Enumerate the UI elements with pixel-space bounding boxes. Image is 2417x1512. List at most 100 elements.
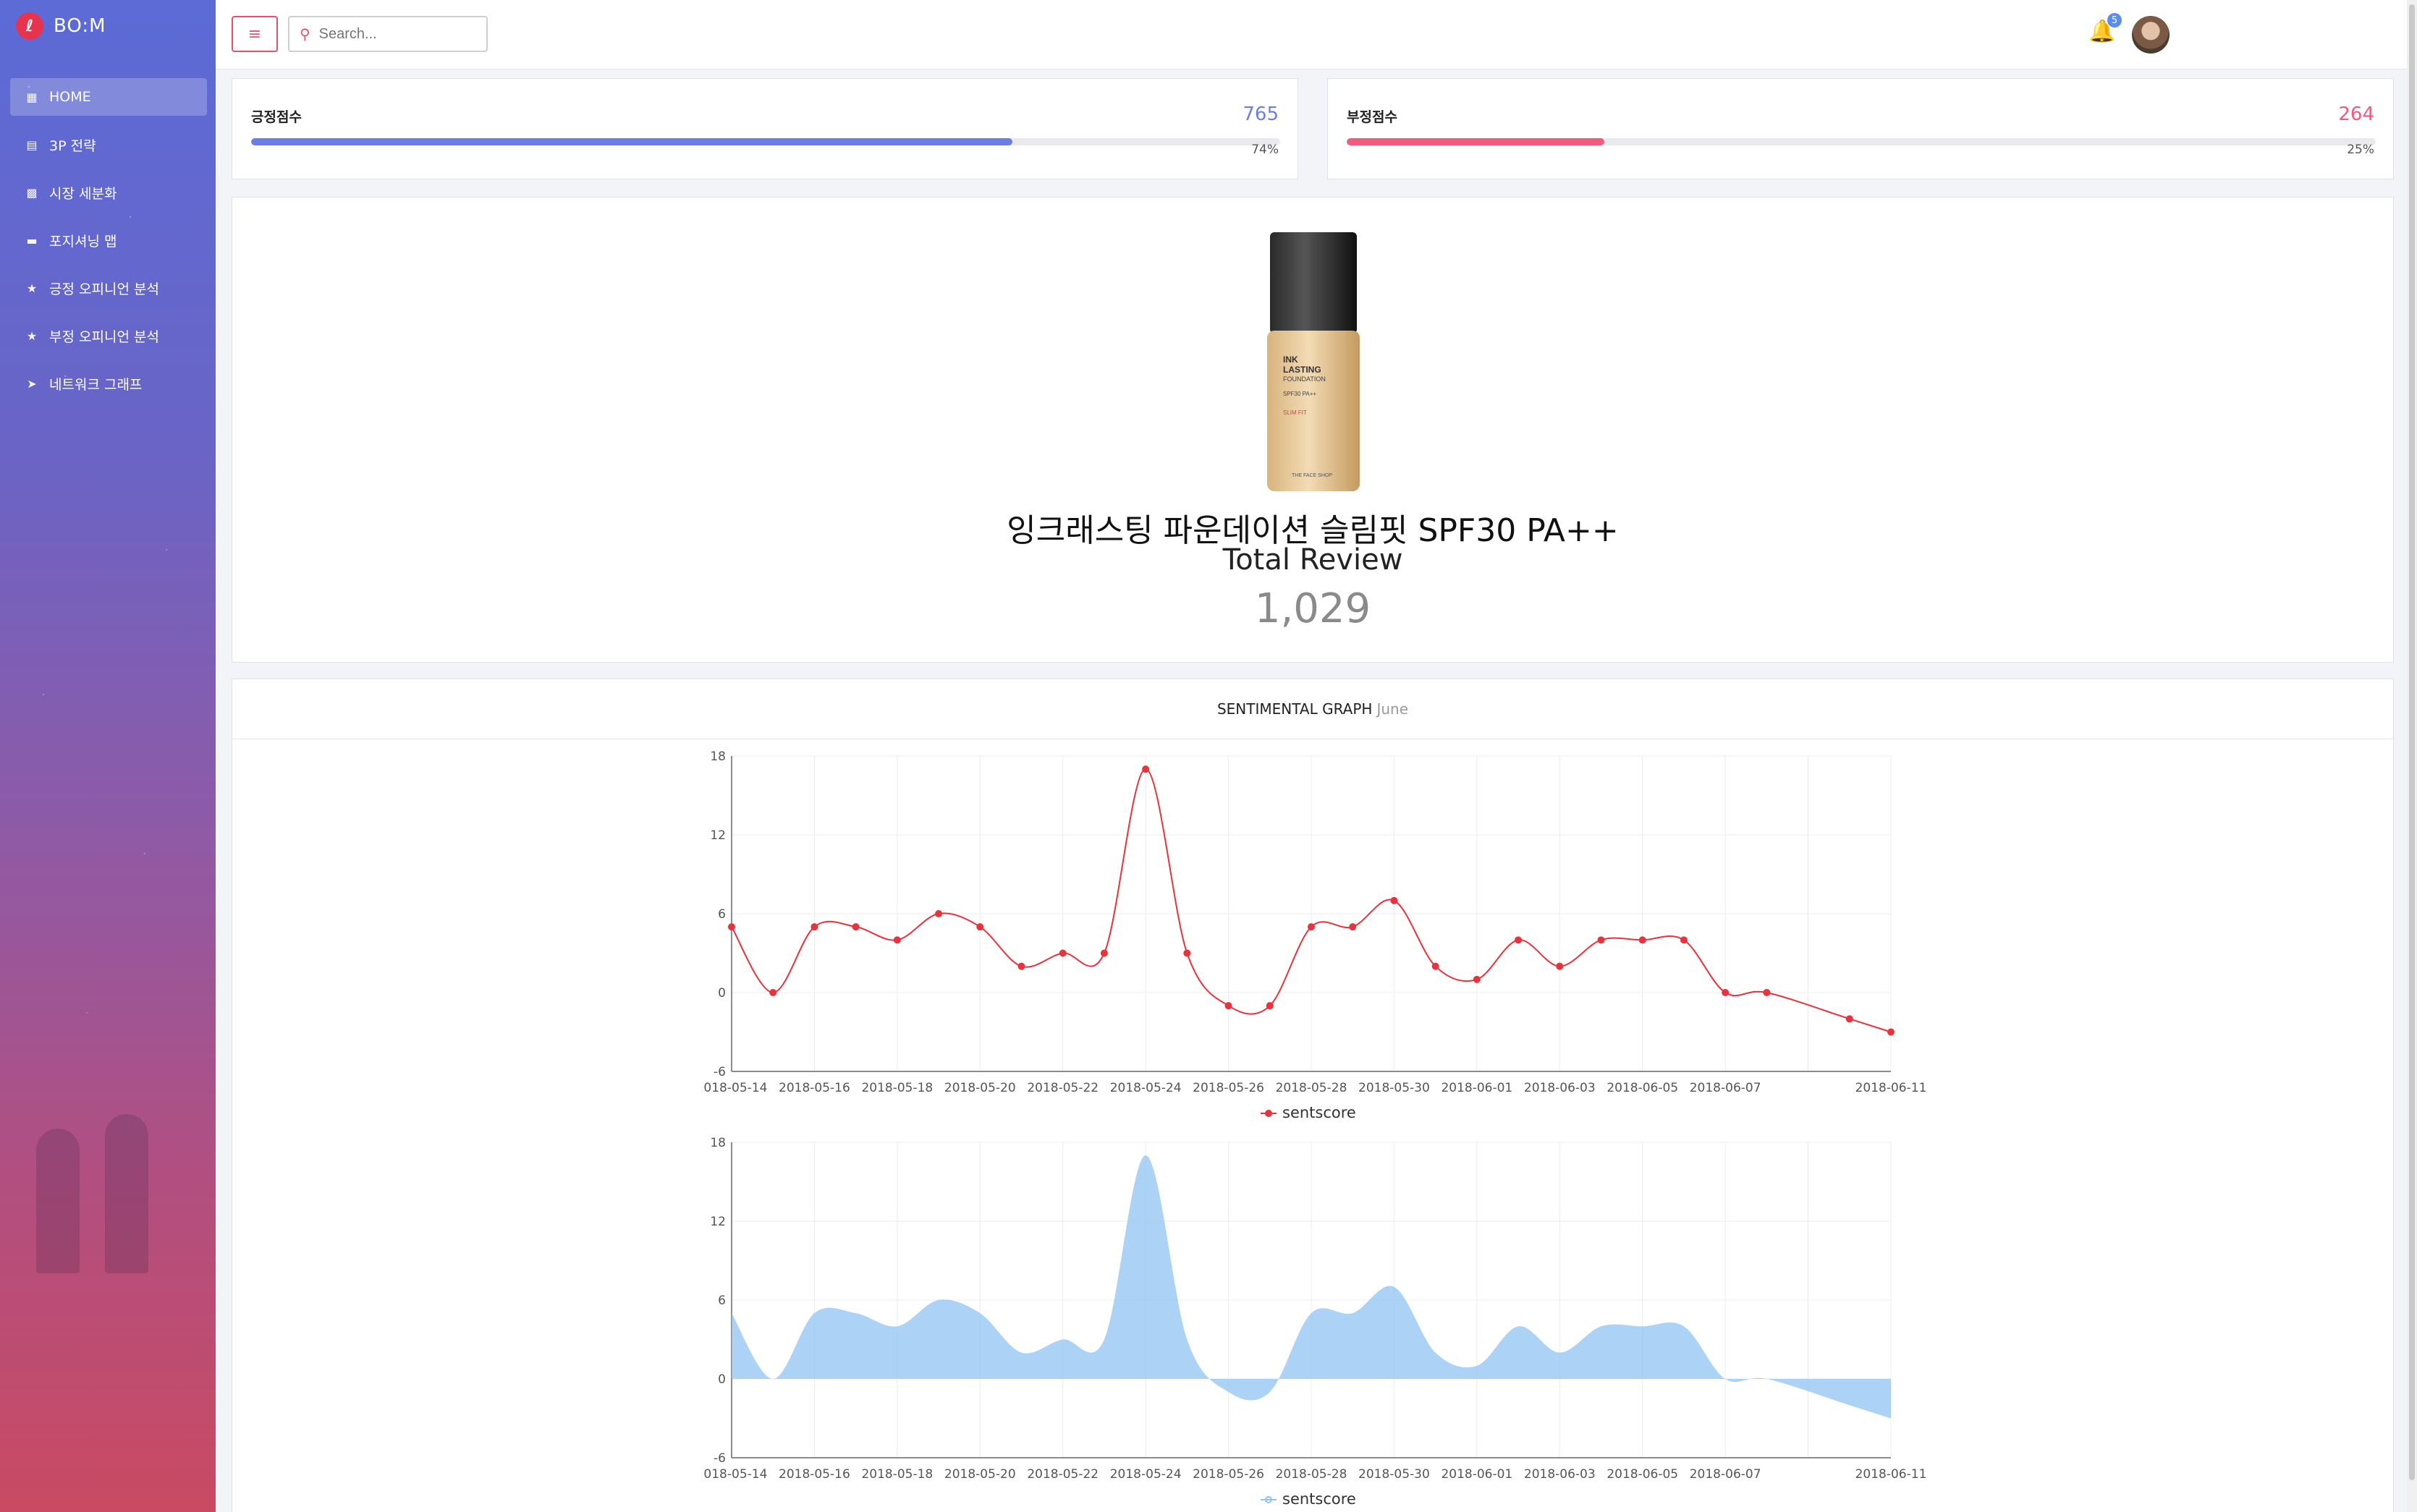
brand[interactable]: ℓ BO:M (16, 12, 106, 41)
sidebar-item-positioning-map[interactable]: ▬ 포지셔닝 맵 (10, 221, 207, 259)
data-point (1100, 949, 1108, 957)
data-point (728, 923, 735, 931)
search-icon: ⚲ (300, 25, 310, 43)
data-point (1349, 923, 1357, 931)
sidebar-item-label: 포지셔닝 맵 (49, 233, 117, 250)
sidebar-item-label: 긍정 오피니언 분석 (49, 281, 159, 297)
top-bar: ≡ ⚲ (216, 0, 2417, 69)
sidebar-item-segmentation[interactable]: ▩ 시장 세분화 (10, 174, 207, 211)
x-tick-label: 2018-05-22 (1027, 1467, 1099, 1482)
data-point (1224, 1002, 1232, 1010)
send-icon: ➤ (27, 376, 37, 391)
table-icon: ▤ (26, 137, 38, 152)
x-tick-label: 2018-05-26 (1193, 1081, 1264, 1095)
data-point (935, 910, 943, 917)
data-point (769, 989, 777, 996)
sidebar-item-positive-opinion[interactable]: ★ 긍정 오피니언 분석 (10, 269, 207, 307)
data-point (1680, 936, 1688, 944)
chart-icon: ▩ (26, 185, 38, 200)
x-tick-label: 2018-06-11 (1855, 1467, 1927, 1482)
sidebar-item-network-graph[interactable]: ➤ 네트워크 그래프 (10, 365, 207, 402)
data-point (1722, 989, 1730, 996)
scrollbar[interactable] (2407, 0, 2417, 1512)
negative-score-title: 부정점수 (1347, 109, 1397, 125)
product-card: INK LASTING FOUNDATION SPF30 PA++ SLIM F… (232, 197, 2394, 663)
y-tick-label: 18 (710, 1136, 726, 1150)
sidebar-item-negative-opinion[interactable]: ★ 부정 오피니언 분석 (10, 317, 207, 354)
negative-progress-track (1347, 138, 2376, 145)
sentiment-graph-card: SENTIMENTAL GRAPH June -6 0 6 12 18 2018-05-1… (232, 679, 2394, 1512)
x-tick-label: 2018-05-14 (703, 1467, 767, 1482)
x-tick-label: 2018-05-20 (944, 1467, 1016, 1482)
sidebar-item-3p-strategy[interactable]: ▤ 3P 전략 (10, 126, 207, 163)
legend-marker (1265, 1110, 1272, 1117)
negative-score-card: 부정점수 264 25% (1327, 78, 2394, 179)
x-tick-label: 2018-05-18 (861, 1467, 933, 1482)
sentiment-line-chart: -6 0 6 12 18 2018-05-14 2018-05-16 2018-05-18 20… (703, 749, 1927, 1119)
y-tick-label: 6 (718, 1294, 726, 1308)
sidebar-nav: ▦ HOME ▤ 3P 전략 ▩ 시장 세분화 ▬ 포지셔닝 맵 ★ 긍정 오피… (10, 78, 207, 412)
x-tick-label: 2018-05-28 (1276, 1081, 1347, 1095)
bottle-text: SPF30 PA++ (1283, 391, 1316, 397)
y-tick-label: 0 (718, 1372, 726, 1387)
negative-progress-fill (1347, 138, 1604, 145)
avatar[interactable] (2132, 16, 2170, 54)
x-tick-label: 2018-05-24 (1110, 1467, 1182, 1482)
data-point (1887, 1028, 1895, 1036)
sidebar-silhouette (36, 1129, 80, 1273)
y-tick-label: 6 (718, 907, 726, 922)
graph-title: SENTIMENTAL GRAPH (1216, 700, 1373, 718)
data-point (1017, 962, 1025, 970)
sidebar-item-label: 네트워크 그래프 (49, 376, 143, 393)
scrollbar-thumb[interactable] (2409, 4, 2415, 1480)
data-point (1183, 949, 1191, 957)
search-box[interactable]: ⚲ (288, 16, 488, 52)
positive-percent: 74% (1251, 143, 1279, 157)
x-tick-label: 2018-05-22 (1027, 1081, 1099, 1095)
data-point (1473, 975, 1481, 983)
data-point (1390, 896, 1398, 904)
positive-progress-fill (251, 138, 1013, 145)
positive-progress-track (251, 138, 1280, 145)
legend-label: sentscore (1282, 1490, 1356, 1505)
data-point (976, 923, 984, 931)
x-tick-label: 2018-05-30 (1358, 1081, 1430, 1095)
menu-icon: ≡ (247, 25, 262, 43)
bottle-text: SLIM FIT (1283, 409, 1307, 416)
x-tick-label: 2018-06-05 (1607, 1081, 1678, 1095)
product-image: INK LASTING FOUNDATION SPF30 PA++ SLIM F… (1267, 232, 1360, 491)
y-tick-label: -6 (714, 1451, 726, 1466)
sidebar-item-label: 3P 전략 (49, 137, 96, 154)
sidebar-item-label: HOME (49, 89, 91, 105)
y-tick-label: 18 (710, 749, 726, 764)
sidebar-silhouette (105, 1114, 148, 1273)
data-point (1763, 989, 1771, 996)
notification-badge: 5 (2107, 13, 2122, 27)
sidebar-item-home[interactable]: ▦ HOME (10, 78, 207, 116)
x-tick-label: 2018-05-20 (944, 1081, 1016, 1095)
positive-score-value: 765 (1243, 103, 1279, 125)
search-input[interactable] (317, 25, 465, 43)
x-tick-label: 2018-05-28 (1276, 1467, 1347, 1482)
menu-toggle-button[interactable]: ≡ (232, 16, 278, 52)
legend-label: sentscore (1282, 1104, 1356, 1119)
star-icon: ★ (26, 328, 38, 343)
thermometer-icon: ℓ (16, 12, 43, 40)
y-tick-label: 0 (718, 986, 726, 1001)
data-point (1266, 1002, 1274, 1010)
data-point (1308, 923, 1315, 931)
positive-score-card: 긍정점수 765 74% (232, 78, 1298, 179)
x-tick-label: 2018-06-01 (1441, 1081, 1512, 1095)
x-tick-label: 2018-06-03 (1524, 1467, 1596, 1482)
dashboard-icon: ▦ (26, 90, 38, 104)
sentiment-area-chart: -6 0 6 12 18 2018-05-14 2018-05-16 2018-05-18 20… (703, 1136, 1927, 1505)
data-point (1845, 1015, 1853, 1023)
x-tick-label: 2018-06-07 (1690, 1467, 1761, 1482)
x-tick-label: 2018-05-16 (779, 1081, 850, 1095)
data-point (1597, 936, 1605, 944)
negative-score-value: 264 (2338, 103, 2374, 125)
x-tick-label: 2018-05-18 (861, 1081, 933, 1095)
x-tick-label: 2018-06-11 (1855, 1081, 1927, 1095)
y-tick-label: 12 (710, 1215, 726, 1229)
data-point (1431, 962, 1439, 970)
